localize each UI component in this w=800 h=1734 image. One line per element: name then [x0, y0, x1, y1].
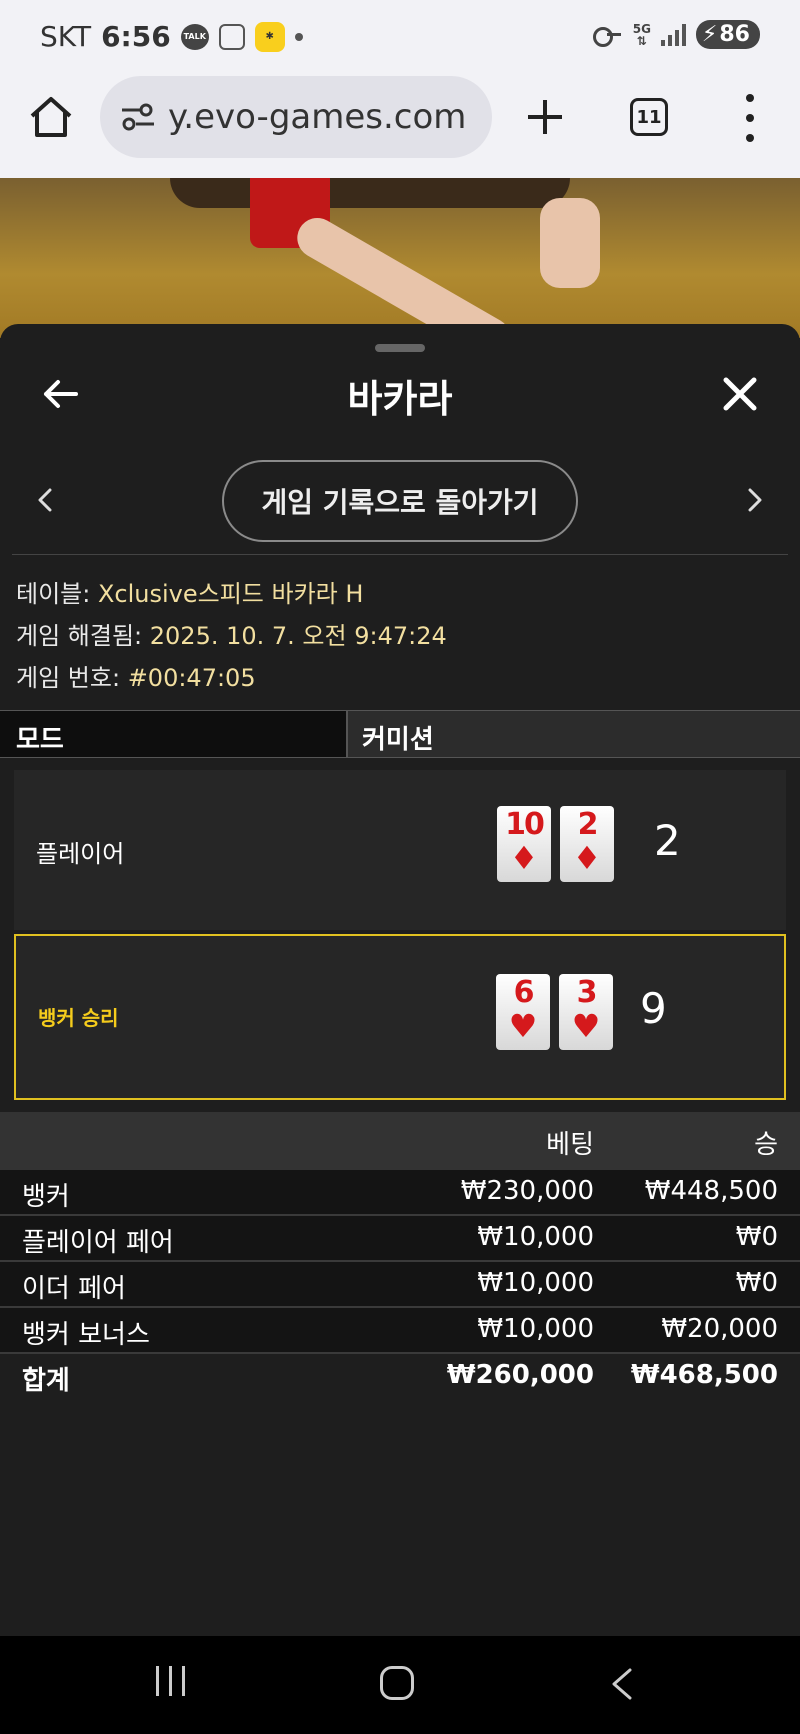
url-text: y.evo-games.com [168, 97, 467, 137]
previous-game-icon[interactable] [34, 484, 56, 516]
playing-card: 2 ♦ [560, 806, 614, 882]
more-menu-icon[interactable] [735, 94, 765, 142]
table-name: Xclusive스피드 바카라 H [97, 580, 364, 608]
diamond-suit-icon: ♦ [509, 839, 539, 877]
mode-row: 모드 커미션 [0, 710, 800, 758]
battery-indicator: ⚡ 86 [695, 20, 760, 49]
table-row: 이더 페어 ₩10,000 ₩0 [0, 1262, 800, 1308]
resolved-info: 게임 해결됨: 2025. 10. 7. 오전 9:47:24 [16, 622, 447, 650]
bet-column-header: 베팅 [546, 1130, 594, 1160]
drag-handle[interactable] [375, 344, 425, 352]
bets-table-header: 베팅 승 [0, 1112, 800, 1170]
kakaotalk-icon: TALK [180, 23, 209, 50]
playing-card: 10 ♦ [497, 806, 551, 882]
clock: 6:56 [101, 20, 171, 53]
more-notifications-dot-icon [294, 32, 303, 41]
system-back-icon[interactable] [608, 1666, 636, 1702]
playing-card: 6 ♥ [496, 974, 550, 1050]
home-icon[interactable] [26, 92, 76, 142]
commission-label: 커미션 [348, 711, 800, 757]
scan-icon [218, 23, 245, 50]
playing-card: 3 ♥ [559, 974, 613, 1050]
live-video-stream [0, 178, 800, 338]
vpn-key-icon [592, 26, 623, 47]
site-settings-icon[interactable] [118, 97, 158, 137]
win-column-header: 승 [754, 1130, 778, 1160]
address-bar[interactable]: y.evo-games.com [100, 76, 492, 158]
divider [12, 554, 788, 555]
carrier-label: SKT [40, 20, 92, 53]
banker-win-label: 뱅커 승리 [38, 1006, 119, 1030]
game-history-sheet: 바카라 게임 기록으로 돌아가기 테이블: Xclusive스피드 바카라 H … [0, 324, 800, 1636]
total-row: 합계 ₩260,000 ₩468,500 [0, 1354, 800, 1400]
status-bar: SKT 6:56 TALK ✱ 5G ⇅ ⚡ 86 [0, 0, 800, 72]
network-5g-icon: 5G ⇅ [632, 21, 651, 48]
table-row: 뱅커 ₩230,000 ₩448,500 [0, 1170, 800, 1216]
player-label: 플레이어 [36, 840, 125, 868]
tab-switcher-button[interactable]: 11 [630, 98, 668, 136]
game-number: #00:47:05 [127, 664, 256, 692]
table-info: 테이블: Xclusive스피드 바카라 H [16, 580, 364, 608]
signal-icon [660, 23, 686, 46]
new-tab-icon[interactable] [520, 92, 570, 142]
banker-score: 9 [640, 984, 667, 1033]
sheet-title: 바카라 [347, 377, 453, 421]
next-game-icon[interactable] [744, 484, 766, 516]
home-button-icon[interactable] [380, 1666, 414, 1700]
heart-suit-icon: ♥ [571, 1007, 601, 1045]
game-number-info: 게임 번호: #00:47:05 [16, 664, 256, 692]
close-icon[interactable] [720, 374, 760, 414]
heart-suit-icon: ♥ [508, 1007, 538, 1045]
table-row: 뱅커 보너스 ₩10,000 ₩20,000 [0, 1308, 800, 1354]
app-notification-icon: ✱ [254, 21, 285, 52]
browser-toolbar: y.evo-games.com 11 [0, 72, 800, 178]
resolved-time: 2025. 10. 7. 오전 9:47:24 [149, 622, 447, 650]
banker-hand: 뱅커 승리 6 ♥ 3 ♥ 9 [14, 934, 786, 1100]
player-score: 2 [654, 816, 681, 865]
recent-apps-icon[interactable] [156, 1666, 185, 1696]
system-navigation-bar [0, 1636, 800, 1734]
player-hand: 플레이어 10 ♦ 2 ♦ 2 [14, 770, 786, 930]
back-to-history-button[interactable]: 게임 기록으로 돌아가기 [222, 460, 578, 542]
table-row: 플레이어 페어 ₩10,000 ₩0 [0, 1216, 800, 1262]
mode-label: 모드 [0, 711, 348, 757]
diamond-suit-icon: ♦ [572, 839, 602, 877]
